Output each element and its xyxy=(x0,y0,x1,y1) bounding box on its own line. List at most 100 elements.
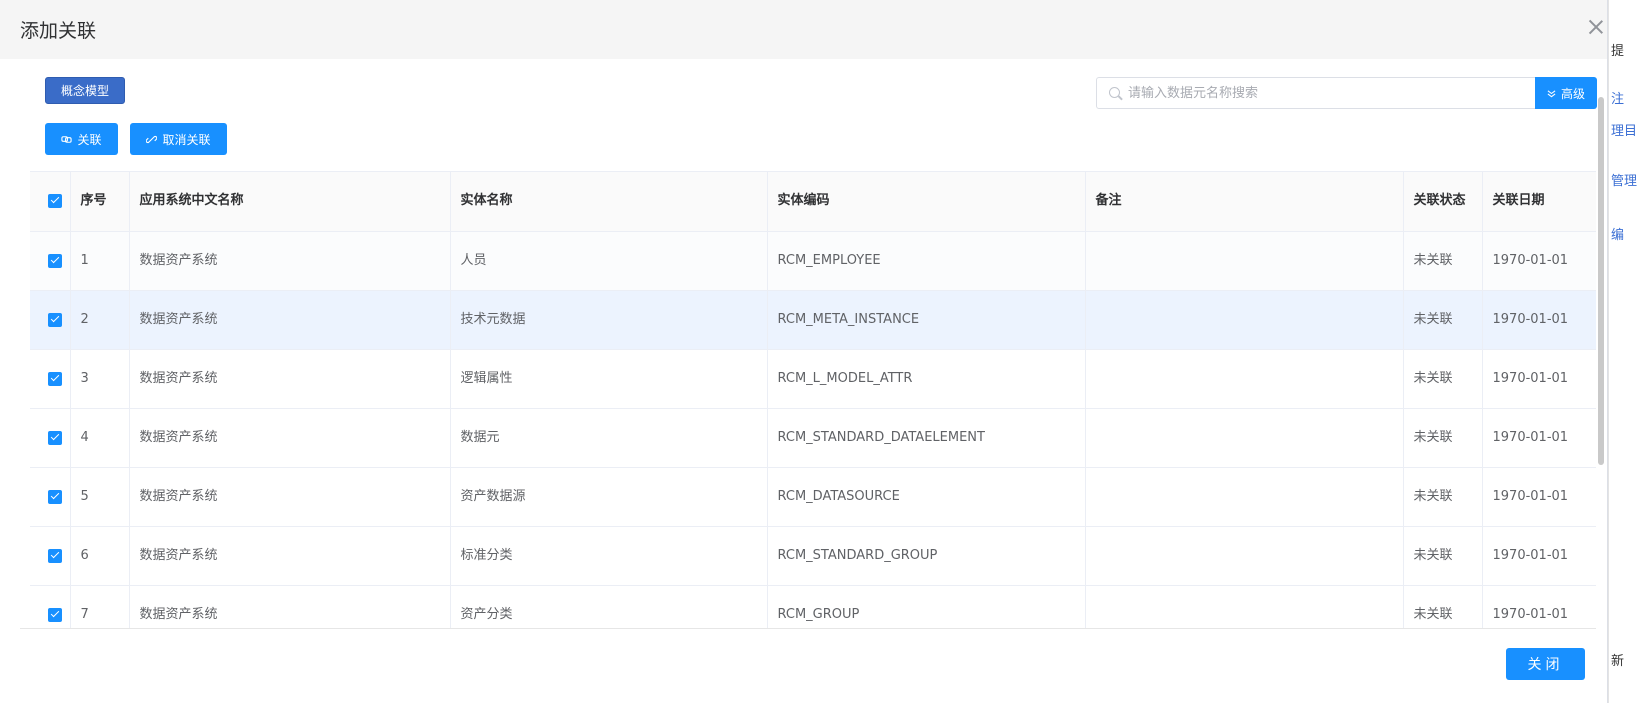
row-no: 3 xyxy=(70,349,130,409)
row-entity: 资产分类 xyxy=(450,585,768,628)
concept-model-button[interactable]: 概念模型 xyxy=(45,77,125,104)
row-note xyxy=(1085,585,1404,628)
link-icon xyxy=(61,135,73,143)
row-system: 数据资产系统 xyxy=(129,290,451,350)
row-date: 1970-01-01 xyxy=(1482,231,1596,291)
vertical-scrollbar[interactable] xyxy=(1598,97,1604,465)
close-button[interactable]: 关闭 xyxy=(1506,648,1585,680)
row-no: 1 xyxy=(70,231,130,291)
row-status: 未关联 xyxy=(1403,526,1483,586)
row-select-cell xyxy=(30,408,71,468)
row-date: 1970-01-01 xyxy=(1482,349,1596,409)
row-select-cell xyxy=(30,526,71,586)
table-row[interactable]: 1 数据资产系统 人员 RCM_EMPLOYEE 未关联 1970-01-01 xyxy=(30,231,1596,291)
link-button[interactable]: 关联 xyxy=(45,123,118,155)
table-row[interactable]: 4 数据资产系统 数据元 RCM_STANDARD_DATAELEMENT 未关联 197… xyxy=(30,408,1596,468)
row-note xyxy=(1085,526,1404,586)
table-row[interactable]: 3 数据资产系统 逻辑属性 RCM_L_MODEL_ATTR 未关联 1970-01-01 xyxy=(30,349,1596,409)
row-note xyxy=(1085,408,1404,468)
row-code: RCM_STANDARD_DATAELEMENT xyxy=(767,408,1086,468)
row-note xyxy=(1085,349,1404,409)
row-checkbox[interactable] xyxy=(48,253,62,268)
row-date: 1970-01-01 xyxy=(1482,408,1596,468)
row-checkbox[interactable] xyxy=(48,548,62,563)
row-no: 2 xyxy=(70,290,130,350)
row-code: RCM_STANDARD_GROUP xyxy=(767,526,1086,586)
row-system: 数据资产系统 xyxy=(129,526,451,586)
row-select-cell xyxy=(30,467,71,527)
table-row[interactable]: 2 数据资产系统 技术元数据 RCM_META_INSTANCE 未关联 1970-01-… xyxy=(30,290,1596,350)
dialog-title: 添加关联 xyxy=(20,20,97,42)
row-date: 1970-01-01 xyxy=(1482,467,1596,527)
row-no: 5 xyxy=(70,467,130,527)
search-icon xyxy=(1109,87,1120,98)
row-no: 7 xyxy=(70,585,130,628)
row-checkbox[interactable] xyxy=(48,430,62,445)
row-status: 未关联 xyxy=(1403,290,1483,350)
table-row[interactable]: 7 数据资产系统 资产分类 RCM_GROUP 未关联 1970-01-01 xyxy=(30,585,1596,628)
row-system: 数据资产系统 xyxy=(129,231,451,291)
select-all-checkbox[interactable] xyxy=(48,193,62,208)
row-note xyxy=(1085,290,1404,350)
row-select-cell xyxy=(30,290,71,350)
row-checkbox[interactable] xyxy=(48,312,62,327)
row-note xyxy=(1085,231,1404,291)
row-code: RCM_DATASOURCE xyxy=(767,467,1086,527)
row-date: 1970-01-01 xyxy=(1482,585,1596,628)
row-entity: 标准分类 xyxy=(450,526,768,586)
row-no: 6 xyxy=(70,526,130,586)
row-checkbox[interactable] xyxy=(48,607,62,622)
unlink-icon xyxy=(146,135,158,143)
footer-divider xyxy=(20,628,1596,629)
unlink-button-label: 取消关联 xyxy=(162,132,211,147)
row-system: 数据资产系统 xyxy=(129,585,451,628)
row-entity: 技术元数据 xyxy=(450,290,768,350)
close-button-label: 关闭 xyxy=(1527,657,1564,673)
row-status: 未关联 xyxy=(1403,467,1483,527)
header-no: 序号 xyxy=(70,172,130,232)
row-system: 数据资产系统 xyxy=(129,467,451,527)
search-input[interactable] xyxy=(1128,78,1528,108)
table-row[interactable]: 6 数据资产系统 标准分类 RCM_STANDARD_GROUP 未关联 1970-01-… xyxy=(30,526,1596,586)
unlink-button[interactable]: 取消关联 xyxy=(130,123,227,155)
dialog-header: 添加关联 xyxy=(0,0,1607,59)
advanced-search-button[interactable]: 高级 xyxy=(1535,77,1597,109)
header-system: 应用系统中文名称 xyxy=(129,172,451,232)
table-header-row: 序号 应用系统中文名称 实体名称 实体编码 备注 关联状态 关联日期 xyxy=(30,172,1596,232)
row-checkbox[interactable] xyxy=(48,371,62,386)
background-page-edge: 提 注 理目 管理 编 新 xyxy=(1608,0,1639,703)
row-code: RCM_GROUP xyxy=(767,585,1086,628)
entity-table: 序号 应用系统中文名称 实体名称 实体编码 备注 关联状态 关联日期 1 数据资产… xyxy=(30,171,1596,628)
row-no: 4 xyxy=(70,408,130,468)
search-box xyxy=(1096,77,1536,109)
row-entity: 人员 xyxy=(450,231,768,291)
row-entity: 数据元 xyxy=(450,408,768,468)
advanced-search-label: 高级 xyxy=(1560,86,1585,101)
row-date: 1970-01-01 xyxy=(1482,526,1596,586)
row-select-cell xyxy=(30,231,71,291)
row-code: RCM_EMPLOYEE xyxy=(767,231,1086,291)
row-system: 数据资产系统 xyxy=(129,349,451,409)
row-status: 未关联 xyxy=(1403,585,1483,628)
header-note: 备注 xyxy=(1085,172,1404,232)
chevron-down-icon xyxy=(1547,89,1556,97)
row-entity: 资产数据源 xyxy=(450,467,768,527)
row-status: 未关联 xyxy=(1403,349,1483,409)
close-icon[interactable] xyxy=(1585,16,1607,38)
header-status: 关联状态 xyxy=(1403,172,1483,232)
header-code: 实体编码 xyxy=(767,172,1086,232)
row-note xyxy=(1085,467,1404,527)
header-date: 关联日期 xyxy=(1482,172,1596,232)
add-association-dialog: 添加关联 概念模型 关联 取消关联 高级 xyxy=(0,0,1608,703)
row-system: 数据资产系统 xyxy=(129,408,451,468)
row-select-cell xyxy=(30,585,71,628)
row-checkbox[interactable] xyxy=(48,489,62,504)
row-date: 1970-01-01 xyxy=(1482,290,1596,350)
header-entity: 实体名称 xyxy=(450,172,768,232)
table-row[interactable]: 5 数据资产系统 资产数据源 RCM_DATASOURCE 未关联 1970-01-01 xyxy=(30,467,1596,527)
row-code: RCM_META_INSTANCE xyxy=(767,290,1086,350)
concept-model-label: 概念模型 xyxy=(60,84,109,98)
row-status: 未关联 xyxy=(1403,231,1483,291)
row-entity: 逻辑属性 xyxy=(450,349,768,409)
select-all-cell xyxy=(30,172,71,232)
